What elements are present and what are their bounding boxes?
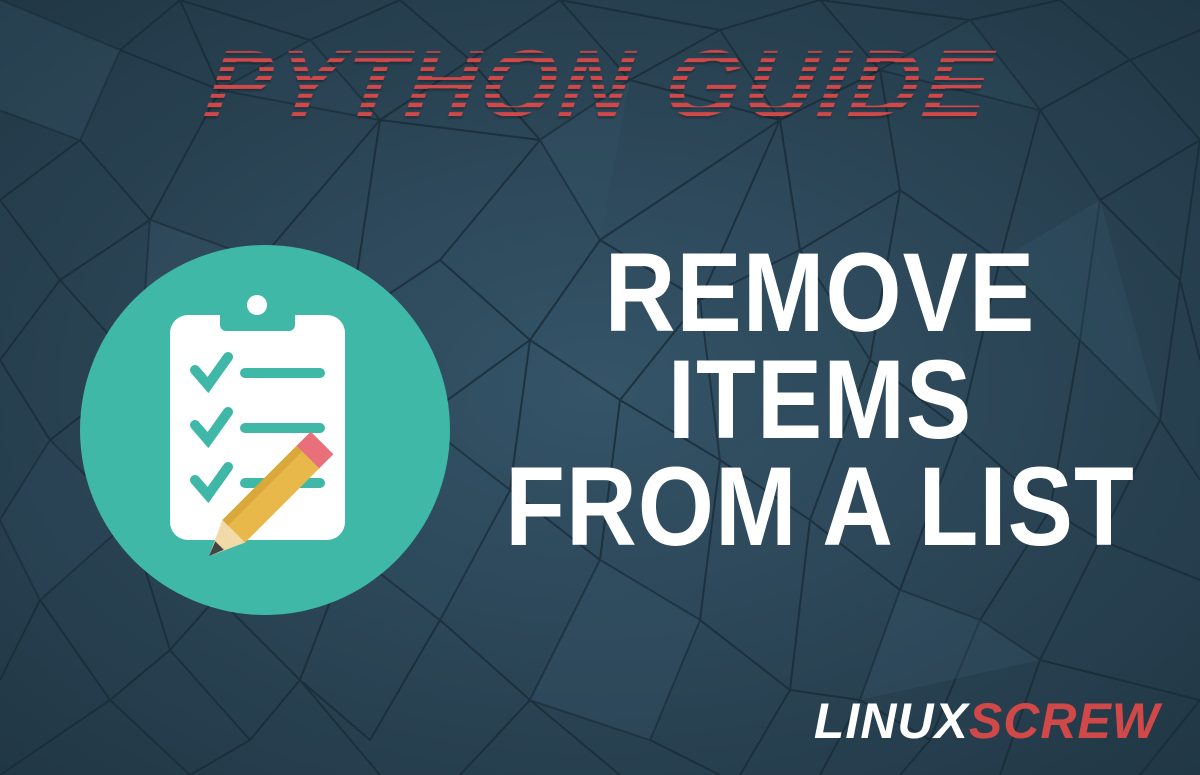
main-heading: REMOVE ITEMS FROM A LIST [480, 239, 1160, 560]
kicker-title: PYTHON GUIDE [0, 30, 1200, 139]
heading-line-2: FROM A LIST [480, 453, 1160, 560]
checklist-icon [75, 240, 455, 620]
logo-part-1: LINUX [814, 693, 969, 749]
heading-line-1: REMOVE ITEMS [480, 239, 1160, 453]
site-logo: LINUXSCREW [814, 692, 1160, 750]
logo-part-2: SCREW [969, 693, 1160, 749]
